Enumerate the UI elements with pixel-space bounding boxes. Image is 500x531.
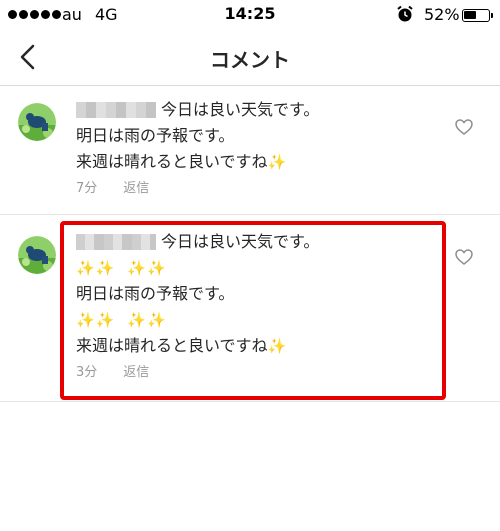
heart-outline-icon[interactable]: [454, 247, 474, 267]
blurred-username[interactable]: [76, 234, 156, 250]
comment-text-line1: 今日は良い天気です。: [161, 100, 320, 119]
comment-item: 今日は良い天気です。 ✨✨ ✨✨ 明日は雨の予報です。 ✨✨ ✨✨ 来週は晴れると良…: [0, 216, 500, 402]
sparkle-emoji: ✨: [267, 337, 287, 355]
nav-header: コメント: [0, 30, 500, 86]
heart-outline-icon[interactable]: [454, 117, 474, 137]
page-title: コメント: [210, 48, 290, 72]
avatar[interactable]: [18, 236, 56, 274]
sparkle-emoji: ✨✨: [76, 311, 116, 329]
sparkle-emoji: ✨: [267, 153, 287, 171]
avatar[interactable]: [18, 103, 56, 141]
reply-button[interactable]: 返信: [123, 179, 149, 199]
blurred-username[interactable]: [76, 102, 156, 118]
battery-icon: [462, 9, 490, 22]
comment-body: 今日は良い天気です。 ✨✨ ✨✨ 明日は雨の予報です。 ✨✨ ✨✨ 来週は晴れると良…: [76, 229, 436, 383]
comment-body: 今日は良い天気です。 明日は雨の予報です。 来週は晴れると良いですね✨ 7分 返…: [76, 97, 436, 199]
comment-time: 7分: [76, 181, 98, 196]
comment-text-line2: 明日は雨の予報です。: [76, 284, 235, 303]
comment-item: 今日は良い天気です。 明日は雨の予報です。 来週は晴れると良いですね✨ 7分 返…: [0, 87, 500, 215]
comment-text-line1: 今日は良い天気です。: [161, 232, 320, 251]
sparkle-row: ✨✨ ✨✨: [76, 255, 436, 281]
sparkle-emoji: ✨✨: [127, 311, 167, 329]
sparkle-row: ✨✨ ✨✨: [76, 307, 436, 333]
battery-percent: 52%: [424, 5, 460, 24]
battery-level: [464, 11, 476, 19]
status-bar: au 4G 14:25 52%: [0, 0, 500, 30]
reply-button[interactable]: 返信: [123, 363, 149, 383]
alarm-clock-icon: [397, 5, 413, 22]
sparkle-emoji: ✨✨: [127, 259, 167, 277]
battery-tip: [491, 13, 493, 18]
comment-text-line3: 来週は晴れると良いですね: [76, 336, 268, 355]
comment-text-line3: 来週は晴れると良いですね: [76, 152, 268, 171]
comment-time: 3分: [76, 365, 98, 380]
sparkle-emoji: ✨✨: [76, 259, 116, 277]
comment-text-line2: 明日は雨の予報です。: [76, 126, 235, 145]
